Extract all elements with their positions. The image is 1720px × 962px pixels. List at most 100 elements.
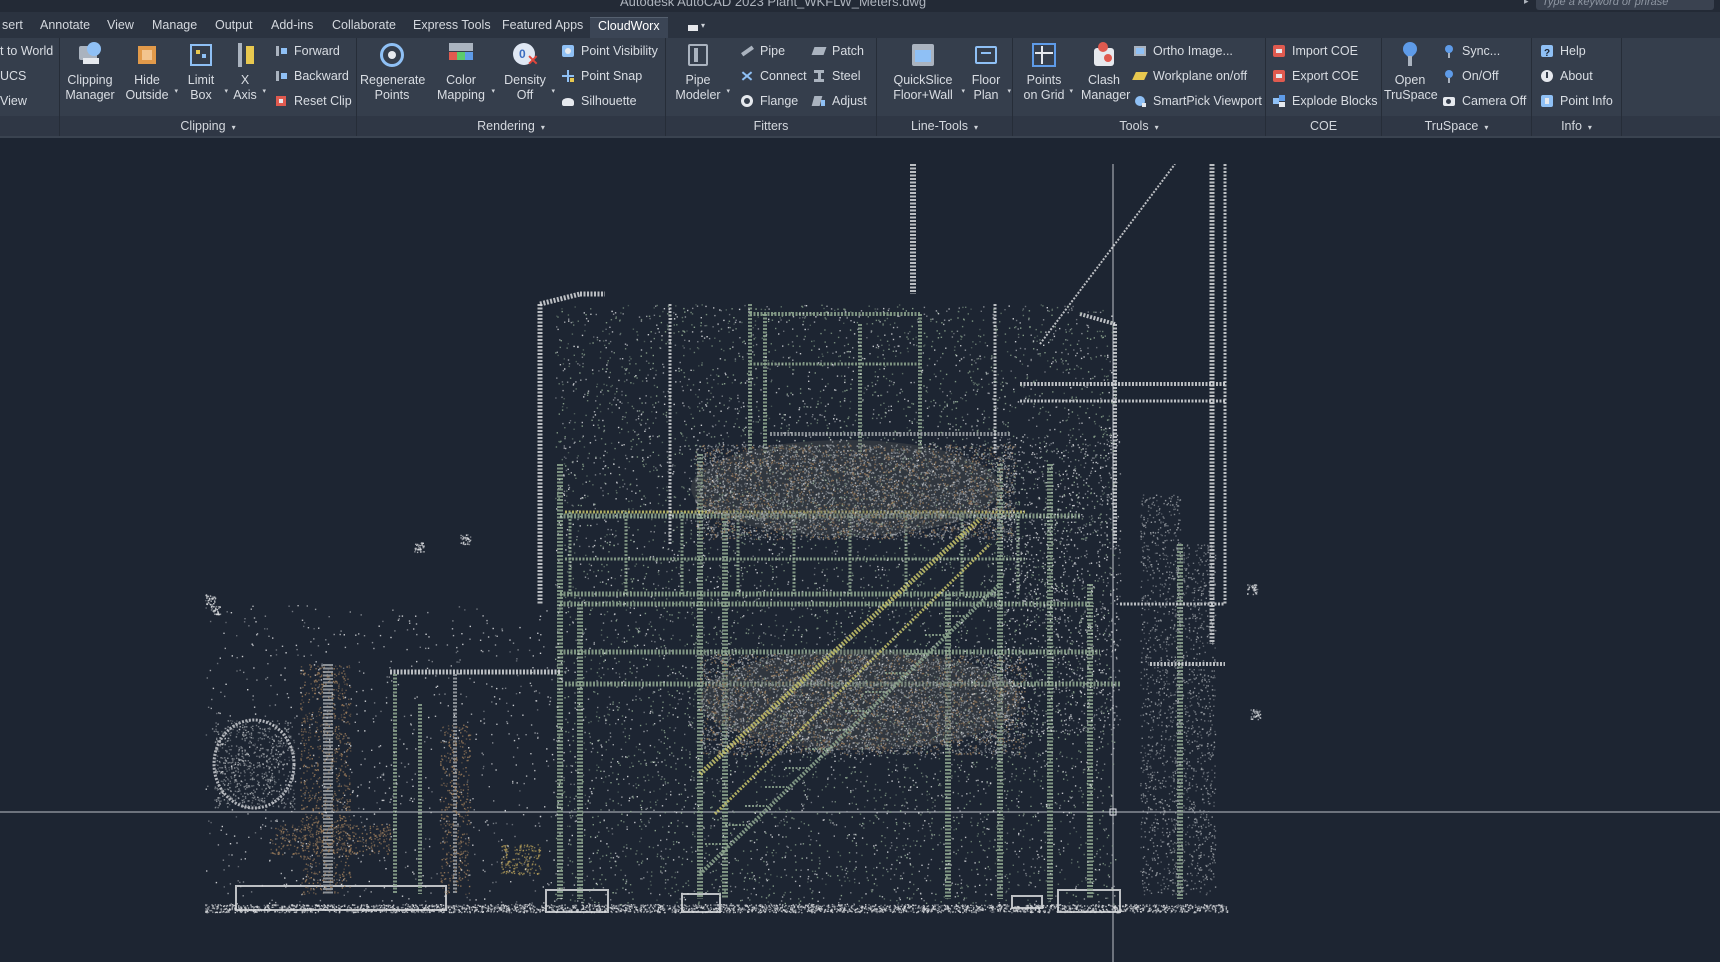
tab-insert[interactable]: sert [0,17,31,38]
limit-box-label-2: Box [182,88,220,103]
right-piping-cloud [1000,434,1121,735]
point-snap-button[interactable]: Point Snap [559,66,642,86]
tab-collaborate[interactable]: Collaborate [324,17,404,38]
about-button[interactable]: About [1538,66,1593,86]
ortho-image-button[interactable]: Ortho Image... [1131,41,1233,61]
color-mapping-button[interactable]: Color Mapping ▾ [435,40,487,103]
explode-blocks-button[interactable]: Explode Blocks [1270,91,1377,111]
fit-pipe-button[interactable]: Pipe [738,41,785,61]
panel-title-clipping[interactable]: Clipping ▾ [60,116,356,136]
structure-noise-white [555,305,1116,905]
tab-add-ins[interactable]: Add-ins [263,17,321,38]
point-visibility-label: Point Visibility [581,44,658,58]
tab-express-tools[interactable]: Express Tools [405,17,499,38]
adjust-icon [812,94,826,108]
reset-clip-button[interactable]: Reset Clip [272,91,352,111]
panel-title-info[interactable]: Info ▾ [1532,116,1621,136]
info-title: Info [1561,119,1582,133]
smartpick-label: SmartPick Viewport [1153,94,1262,108]
silhouette-button[interactable]: Silhouette [559,91,637,111]
help-button[interactable]: ? Help [1538,41,1586,61]
hide-outside-label-2: Outside [124,88,170,103]
open-truspace-button[interactable]: Open TruSpace [1384,40,1436,103]
fit-flange-button[interactable]: Flange [738,91,798,111]
export-coe-button[interactable]: Export COE [1270,66,1359,86]
tab-featured-apps[interactable]: Featured Apps [494,17,591,38]
point-visibility-icon [561,44,575,58]
camera-off-label: Camera Off [1462,94,1526,108]
quickslice-button[interactable]: QuickSlice Floor+Wall ▾ [889,40,957,103]
density-off-button[interactable]: 0 ✕ Density Off ▾ [503,40,547,103]
fit-connect-button[interactable]: Connect [738,66,807,86]
ucs-world-button[interactable]: t to World [0,41,53,61]
floor-plan-button[interactable]: Floor Plan ▾ [969,40,1003,103]
ucs-button[interactable]: UCS [0,66,26,86]
search-arrow-icon[interactable]: ▸ [1524,0,1529,7]
points-on-grid-button[interactable]: Points on Grid ▾ [1023,40,1065,103]
workplane-button[interactable]: Workplane on/off [1131,66,1247,86]
camera-off-button[interactable]: Camera Off [1440,91,1526,111]
point-info-button[interactable]: Point Info [1538,91,1613,111]
point-cloud-canvas[interactable] [0,164,1720,962]
clash-manager-button[interactable]: Clash Manager [1081,40,1127,103]
chevron-down-icon: ▾ [1007,84,1011,99]
clipping-manager-icon [75,40,105,70]
ucs-view-label: View [0,94,27,108]
tab-view[interactable]: View [99,17,142,38]
tab-output[interactable]: Output [207,17,261,38]
x-axis-icon [232,40,262,70]
tab-manage[interactable]: Manage [144,17,205,38]
panel-title-fitters: Fitters [666,116,876,136]
workplane-label: Workplane on/off [1153,69,1247,83]
ucs-view-button[interactable]: View [0,91,27,111]
about-label: About [1560,69,1593,83]
stray-points-4 [1247,584,1258,595]
panel-title-truspace[interactable]: TruSpace ▾ [1382,116,1531,136]
pipe-modeler-button[interactable]: Pipe Modeler ▾ [674,40,722,103]
drawing-viewport[interactable] [0,164,1720,962]
stray-points-0 [205,594,216,605]
truspace-sync-button[interactable]: Sync... [1440,41,1500,61]
panel-line-tools: QuickSlice Floor+Wall ▾ Floor Plan ▾ Lin… [877,38,1013,136]
rendering-title: Rendering [477,119,535,133]
left-pipe-elbow [540,294,580,304]
panel-clipping: Clipping Manager Hide Outside ▾ Limit Bo… [60,38,357,136]
truspace-pin-icon [1395,40,1425,70]
fitters-title: Fitters [754,119,789,133]
panel-title-rendering[interactable]: Rendering ▾ [357,116,665,136]
clipping-manager-button[interactable]: Clipping Manager [63,40,117,103]
search-box[interactable] [1536,0,1714,10]
ucs-world-label: t to World [0,44,53,58]
patch-icon [812,44,826,58]
truspace-onoff-button[interactable]: On/Off [1440,66,1499,86]
clip-forward-button[interactable]: Forward [272,41,340,61]
panel-rendering: Regenerate Points Color Mapping ▾ 0 ✕ De… [357,38,666,136]
color-mapping-label-1: Color [435,73,487,88]
line-tools-title: Line-Tools [911,119,968,133]
fit-patch-button[interactable]: Patch [810,41,864,61]
point-info-icon [1540,94,1554,108]
panel-ucs: t to World UCS View [0,38,60,136]
regenerate-points-button[interactable]: Regenerate Points [360,40,424,103]
chevron-down-icon: ▾ [491,84,495,99]
quickslice-label-2: Floor+Wall [889,88,957,103]
tab-cloudworx[interactable]: CloudWorx [590,17,668,38]
chevron-down-icon: ▾ [1155,123,1159,132]
smartpick-viewport-button[interactable]: SmartPick Viewport [1131,91,1262,111]
import-coe-button[interactable]: Import COE [1270,41,1358,61]
ortho-image-icon [1133,44,1147,58]
panel-title-tools[interactable]: Tools ▾ [1013,116,1265,136]
fit-steel-button[interactable]: Steel [810,66,861,86]
search-input[interactable] [1542,0,1707,9]
x-axis-button[interactable]: X Axis ▾ [232,40,258,103]
fit-adjust-button[interactable]: Adjust [810,91,867,111]
workspace-switch-button[interactable]: ▾ [680,20,710,34]
clip-backward-button[interactable]: Backward [272,66,349,86]
panel-title-line-tools[interactable]: Line-Tools ▾ [877,116,1012,136]
hide-outside-button[interactable]: Hide Outside ▾ [124,40,170,103]
panel-title-empty [1622,116,1720,136]
limit-box-button[interactable]: Limit Box ▾ [182,40,220,103]
point-visibility-button[interactable]: Point Visibility [559,41,658,61]
clash-manager-label-2: Manager [1081,88,1127,103]
tab-annotate[interactable]: Annotate [32,17,98,38]
